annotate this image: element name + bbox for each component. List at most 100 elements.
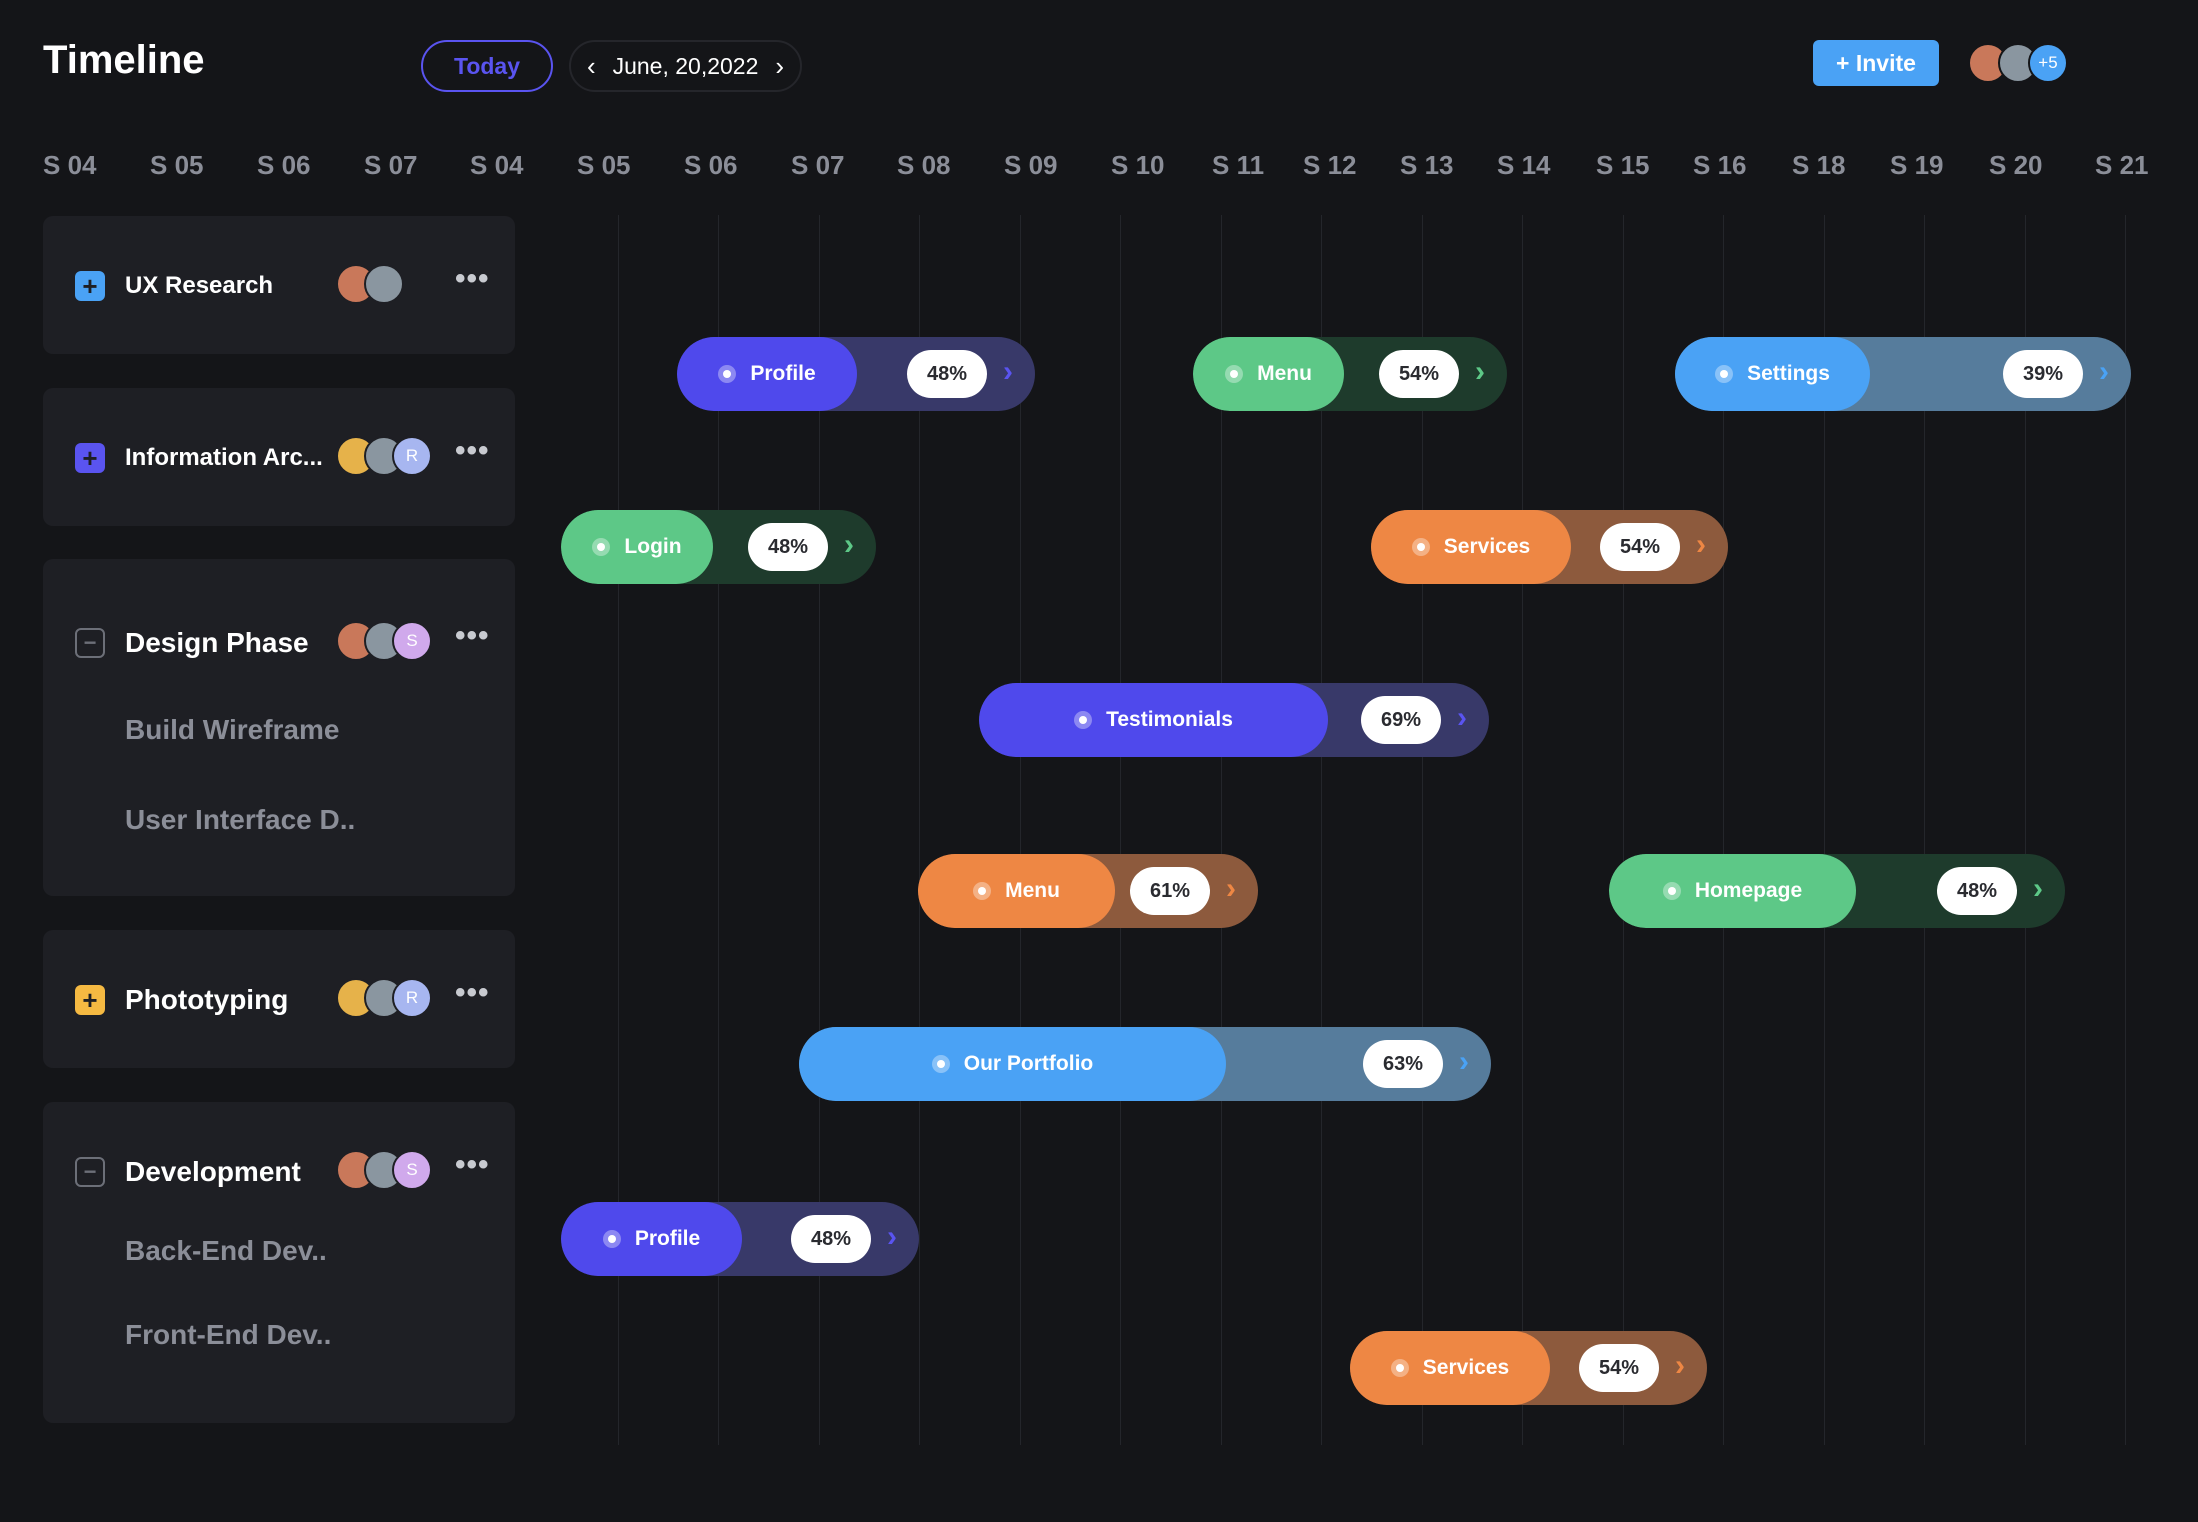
group-card[interactable]: + Information Arc... R ••• — [43, 388, 515, 526]
group-avatars[interactable]: R — [336, 436, 432, 476]
task-label: Menu — [1005, 879, 1060, 902]
more-options-icon[interactable]: ••• — [455, 262, 490, 296]
chevron-right-icon[interactable]: › — [1459, 1045, 1469, 1079]
chevron-right-icon[interactable]: › — [1475, 355, 1485, 389]
chevron-right-icon[interactable]: › — [2099, 355, 2109, 389]
group-avatars[interactable]: R — [336, 978, 432, 1018]
group-card[interactable]: + UX Research ••• — [43, 216, 515, 354]
chevron-right-icon[interactable]: › — [887, 1220, 897, 1254]
task-label: Testimonials — [1106, 708, 1233, 731]
status-dot-icon — [1662, 882, 1681, 900]
task-bar-fill[interactable]: Login — [561, 510, 713, 584]
task-label: Profile — [634, 1227, 701, 1250]
task-bar-fill[interactable]: Homepage — [1609, 854, 1856, 928]
more-options-icon[interactable]: ••• — [455, 434, 490, 468]
week-label: S 12 — [1303, 150, 1357, 180]
today-button[interactable]: Today — [421, 40, 553, 92]
collapse-icon[interactable]: − — [75, 1157, 105, 1187]
task-bar[interactable]: Testimonials 69% › — [979, 683, 1489, 757]
avatar[interactable]: R — [392, 978, 432, 1018]
subtask-item[interactable]: Build Wireframe — [125, 714, 339, 746]
week-label: S 05 — [577, 150, 631, 180]
chevron-right-icon[interactable]: › — [844, 528, 854, 562]
subtask-item[interactable]: Front-End Dev.. — [125, 1319, 331, 1351]
week-label: S 15 — [1596, 150, 1650, 180]
task-bar[interactable]: Homepage 48% › — [1609, 854, 2065, 928]
week-label: S 19 — [1890, 150, 1944, 180]
group-header[interactable]: − Development — [75, 1152, 301, 1192]
task-bar[interactable]: Settings 39% › — [1675, 337, 2131, 411]
page-title: Timeline — [43, 38, 205, 82]
progress-badge: 63% — [1363, 1040, 1443, 1088]
week-label: S 21 — [2095, 150, 2149, 180]
chevron-right-icon[interactable]: › — [2033, 872, 2043, 906]
progress-badge: 54% — [1579, 1344, 1659, 1392]
task-bar-fill[interactable]: Testimonials — [979, 683, 1328, 757]
grid-line — [2125, 215, 2126, 1445]
task-bar[interactable]: Login 48% › — [561, 510, 876, 584]
more-options-icon[interactable]: ••• — [455, 976, 490, 1010]
group-card[interactable]: + Phototyping R ••• — [43, 930, 515, 1068]
group-name: Information Arc... — [125, 444, 323, 471]
avatar[interactable]: S — [392, 1150, 432, 1190]
more-members-badge[interactable]: +5 — [2028, 43, 2068, 83]
current-date: June, 20,2022 — [612, 52, 759, 79]
task-bar[interactable]: Our Portfolio 63% › — [799, 1027, 1491, 1101]
chevron-right-icon[interactable]: › — [1003, 355, 1013, 389]
group-name: UX Research — [125, 272, 274, 299]
task-bar[interactable]: Menu 54% › — [1193, 337, 1507, 411]
progress-badge: 48% — [748, 523, 828, 571]
group-avatars[interactable]: S — [336, 621, 432, 661]
group-avatars[interactable] — [336, 264, 404, 304]
task-bar-fill[interactable]: Menu — [1193, 337, 1344, 411]
collapse-icon[interactable]: − — [75, 628, 105, 658]
task-bar[interactable]: Menu 61% › — [918, 854, 1258, 928]
expand-icon[interactable]: + — [75, 271, 105, 301]
chevron-right-icon[interactable]: › — [775, 51, 784, 82]
subtask-item[interactable]: User Interface D.. — [125, 804, 355, 836]
task-bar-fill[interactable]: Services — [1350, 1331, 1550, 1405]
date-navigator: ‹ June, 20,2022 › — [569, 40, 802, 92]
invite-button[interactable]: + Invite — [1813, 40, 1939, 86]
group-header[interactable]: − Design Phase — [75, 623, 309, 663]
task-bar-fill[interactable]: Services — [1371, 510, 1571, 584]
avatar[interactable] — [364, 264, 404, 304]
task-bar-fill[interactable]: Menu — [918, 854, 1115, 928]
expand-icon[interactable]: + — [75, 443, 105, 473]
task-bar[interactable]: Services 54% › — [1371, 510, 1728, 584]
group-card[interactable]: − Development S ••• Back-End Dev.. Front-End … — [43, 1102, 515, 1423]
task-bar[interactable]: Profile 48% › — [677, 337, 1035, 411]
task-bar[interactable]: Profile 48% › — [561, 1202, 919, 1276]
week-label: S 05 — [150, 150, 204, 180]
group-header[interactable]: + UX Research — [75, 266, 273, 306]
task-bar-fill[interactable]: Profile — [561, 1202, 742, 1276]
week-label: S 20 — [1989, 150, 2043, 180]
avatar[interactable]: R — [392, 436, 432, 476]
more-options-icon[interactable]: ••• — [455, 619, 490, 653]
task-bar-fill[interactable]: Our Portfolio — [799, 1027, 1226, 1101]
status-dot-icon — [1715, 365, 1734, 383]
group-name: Phototyping — [125, 984, 289, 1015]
more-options-icon[interactable]: ••• — [455, 1148, 490, 1182]
status-dot-icon — [1411, 538, 1430, 556]
group-header[interactable]: + Information Arc... — [75, 438, 323, 478]
task-bar-fill[interactable]: Profile — [677, 337, 857, 411]
avatar[interactable]: S — [392, 621, 432, 661]
subtask-item[interactable]: Back-End Dev.. — [125, 1235, 327, 1267]
group-header[interactable]: + Phototyping — [75, 980, 288, 1020]
team-avatars[interactable]: +5 — [1968, 43, 2068, 83]
chevron-left-icon[interactable]: ‹ — [587, 51, 596, 82]
chevron-right-icon[interactable]: › — [1696, 528, 1706, 562]
group-name: Design Phase — [125, 627, 309, 658]
chevron-right-icon[interactable]: › — [1226, 872, 1236, 906]
grid-line — [1522, 215, 1523, 1445]
group-avatars[interactable]: S — [336, 1150, 432, 1190]
group-card[interactable]: − Design Phase S ••• Build Wireframe User Int… — [43, 559, 515, 896]
week-label: S 04 — [43, 150, 97, 180]
chevron-right-icon[interactable]: › — [1457, 701, 1467, 735]
week-label: S 13 — [1400, 150, 1454, 180]
chevron-right-icon[interactable]: › — [1675, 1349, 1685, 1383]
task-bar[interactable]: Services 54% › — [1350, 1331, 1707, 1405]
expand-icon[interactable]: + — [75, 985, 105, 1015]
task-bar-fill[interactable]: Settings — [1675, 337, 1870, 411]
